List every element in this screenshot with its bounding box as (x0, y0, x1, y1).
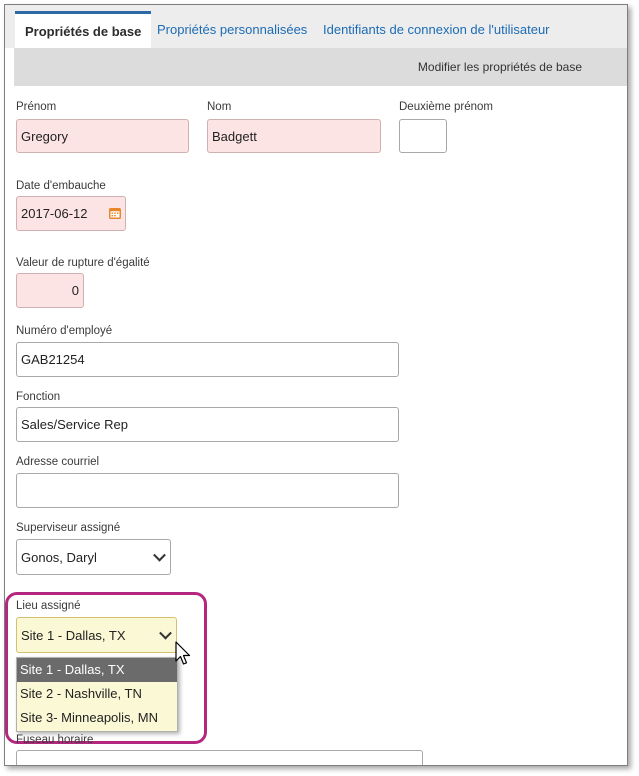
section-title: Modifier les propriétés de base (417, 60, 582, 74)
calendar-icon[interactable] (109, 207, 121, 219)
middle-name-label: Deuxième prénom (399, 101, 493, 113)
location-option[interactable]: Site 1 - Dallas, TX (17, 658, 177, 682)
email-field[interactable] (16, 473, 399, 508)
tab-basic-properties[interactable]: Propriétés de base (15, 11, 152, 48)
location-select[interactable]: Site 1 - Dallas, TX (16, 617, 177, 653)
tab-custom-properties[interactable]: Propriétés personnalisées (157, 11, 307, 48)
job-title-value: Sales/Service Rep (21, 417, 128, 432)
section-header: Modifier les propriétés de base (14, 48, 627, 86)
first-name-label: Prénom (16, 101, 57, 113)
timezone-select[interactable] (16, 750, 423, 765)
last-name-value: Badgett (212, 128, 257, 144)
employee-number-field[interactable]: GAB21254 (16, 342, 399, 377)
job-title-label: Fonction (16, 391, 61, 403)
email-label: Adresse courriel (16, 456, 100, 468)
hire-date-field[interactable]: 2017-06-12 (16, 196, 126, 231)
location-dropdown-list: Site 1 - Dallas, TX Site 2 - Nashville, … (16, 657, 178, 732)
supervisor-label: Superviseur assigné (16, 522, 121, 534)
last-name-label: Nom (207, 101, 232, 113)
hire-date-value: 2017-06-12 (21, 206, 88, 221)
location-value: Site 1 - Dallas, TX (21, 627, 126, 643)
first-name-field[interactable]: Gregory (16, 119, 189, 153)
tab-user-login-credentials[interactable]: Identifiants de connexion de l'utilisate… (323, 11, 550, 48)
location-option[interactable]: Site 2 - Nashville, TN (17, 682, 177, 706)
middle-name-field[interactable] (399, 119, 447, 153)
tiebreak-label: Valeur de rupture d'égalité (16, 257, 150, 269)
mouse-cursor-icon (175, 641, 191, 665)
tiebreak-field[interactable]: 0 (16, 273, 84, 308)
location-label: Lieu assigné (16, 600, 81, 612)
last-name-field[interactable]: Badgett (207, 119, 381, 153)
chevron-down-icon (159, 626, 172, 640)
supervisor-value: Gonos, Daryl (21, 549, 97, 565)
chevron-down-icon (153, 548, 166, 562)
employee-number-label: Numéro d'employé (16, 325, 113, 337)
hire-date-label: Date d'embauche (16, 180, 106, 192)
job-title-field[interactable]: Sales/Service Rep (16, 407, 399, 442)
tiebreak-value: 0 (71, 283, 79, 298)
first-name-value: Gregory (21, 128, 68, 144)
window-frame: Propriétés de base Propriétés personnali… (4, 4, 628, 766)
employee-number-value: GAB21254 (21, 352, 85, 367)
location-option[interactable]: Site 3- Minneapolis, MN (17, 706, 177, 730)
timezone-label: Fuseau horaire (16, 734, 94, 746)
supervisor-select[interactable]: Gonos, Daryl (16, 539, 171, 575)
tab-bar: Propriétés de base Propriétés personnali… (5, 5, 627, 48)
